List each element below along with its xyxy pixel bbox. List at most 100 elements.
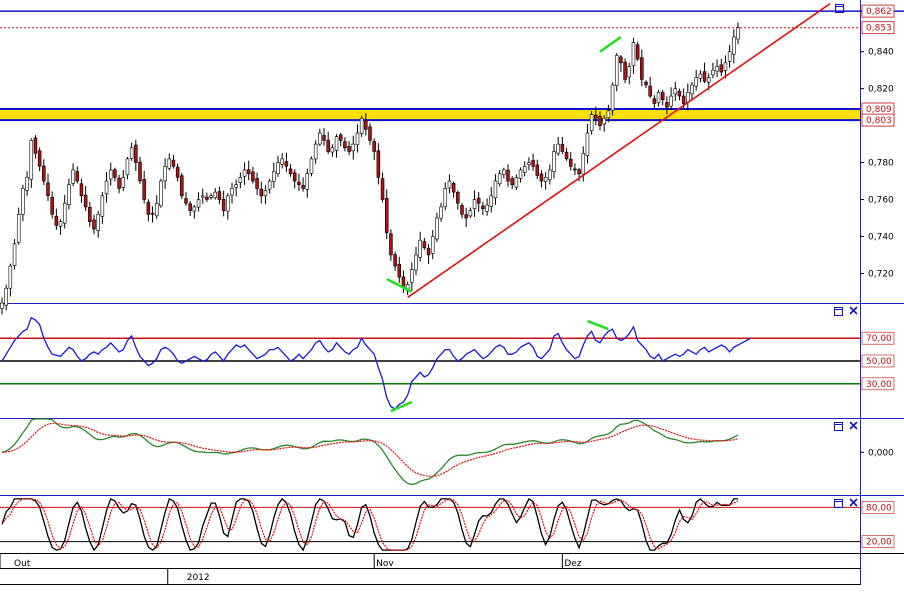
month-label: Nov <box>376 559 394 569</box>
candle-body <box>280 158 284 165</box>
candle-body <box>690 84 694 95</box>
candle-body <box>96 214 100 231</box>
candle-body <box>522 165 527 173</box>
candle-body <box>468 210 473 217</box>
candle-body <box>175 166 180 178</box>
candle-body <box>686 92 690 103</box>
candle-body <box>359 117 364 134</box>
candle-body <box>150 212 155 215</box>
candle-body <box>364 119 368 130</box>
candle-body <box>715 66 719 72</box>
candle-body <box>301 185 305 189</box>
candle-body <box>736 27 740 40</box>
candle-body <box>192 206 197 212</box>
candle-body <box>318 132 322 145</box>
candle-body <box>347 146 351 152</box>
candle-body <box>380 178 385 200</box>
candle-body <box>485 204 489 212</box>
candle-body <box>443 188 448 208</box>
candle-body <box>92 219 96 230</box>
candle-body <box>472 199 477 210</box>
candle-body <box>309 158 314 174</box>
candle-body <box>732 36 736 55</box>
candle-body <box>134 144 138 163</box>
candle-body <box>334 136 339 151</box>
candle-body <box>284 161 289 167</box>
candle-body <box>372 141 376 152</box>
candle-body <box>255 178 259 189</box>
candle-body <box>188 203 192 211</box>
candle-body <box>100 195 105 217</box>
candle-body <box>154 202 159 217</box>
candle-body <box>200 195 205 198</box>
candle-body <box>368 126 372 141</box>
candle-body <box>108 169 113 180</box>
candle-body <box>610 84 615 111</box>
candle-body <box>711 69 715 76</box>
candle-body <box>539 173 544 182</box>
candle-body <box>376 150 381 178</box>
candle-body <box>205 196 209 200</box>
candle-body <box>543 177 548 182</box>
candle-body <box>648 85 652 97</box>
chart-canvas: 0,840 0,820 0,780 0,760 0,740 0,720 0,862 0,853… <box>0 0 904 612</box>
candle-body <box>221 199 226 211</box>
candle-body <box>631 42 636 67</box>
candle-body <box>226 195 230 212</box>
candle-body <box>54 215 59 226</box>
candle-body <box>67 184 71 205</box>
candle-body <box>665 102 669 108</box>
candle-body <box>476 197 481 204</box>
candle-body <box>234 184 238 188</box>
chart-window: 0,840 0,820 0,780 0,760 0,740 0,720 0,862 0,853… <box>0 0 904 612</box>
month-label: Dez <box>564 559 581 569</box>
candle-body <box>62 202 67 224</box>
candle-body <box>393 254 397 267</box>
candle-body <box>389 233 393 256</box>
candle-body <box>238 177 243 183</box>
rsi-level-label: 50,00 <box>866 357 892 367</box>
candle-body <box>46 182 50 197</box>
candle-body <box>184 198 188 204</box>
candle-body <box>656 92 661 104</box>
candle-body <box>493 180 498 199</box>
candle-body <box>263 189 268 197</box>
candle-body <box>464 214 468 219</box>
price-label: 0,862 <box>866 7 892 17</box>
candle-body <box>506 169 510 182</box>
candle-body <box>527 162 531 165</box>
candle-body <box>230 188 234 196</box>
candle-body <box>259 188 264 197</box>
candle-body <box>146 201 151 215</box>
month-label: Out <box>14 559 31 569</box>
candle-body <box>330 147 335 153</box>
candle-body <box>142 179 146 200</box>
candle-body <box>422 241 427 248</box>
stoch-level-label: 80,00 <box>866 503 892 513</box>
candle-body <box>635 44 640 60</box>
year-label: 2012 <box>187 573 210 583</box>
rsi-level-label: 70,00 <box>866 334 892 344</box>
candle-body <box>75 171 80 182</box>
candle-body <box>29 140 34 180</box>
candle-body <box>326 139 330 152</box>
candle-body <box>518 169 523 179</box>
candle-body <box>510 178 514 186</box>
candle-body <box>305 173 310 190</box>
candle-body <box>552 151 556 172</box>
candle-body <box>355 132 360 146</box>
candle-body <box>104 180 109 195</box>
candle-body <box>627 66 632 78</box>
candle-body <box>322 135 326 141</box>
candle-body <box>297 181 301 186</box>
candle-body <box>113 169 117 178</box>
candle-body <box>514 177 519 188</box>
price-tick-label: 0,840 <box>868 48 894 58</box>
candle-body <box>447 180 452 189</box>
price-tick-label: 0,820 <box>868 85 894 95</box>
candle-body <box>556 143 560 154</box>
candle-body <box>0 302 4 309</box>
candle-body <box>435 217 439 240</box>
candle-body <box>535 164 540 176</box>
candle-body <box>623 61 627 80</box>
